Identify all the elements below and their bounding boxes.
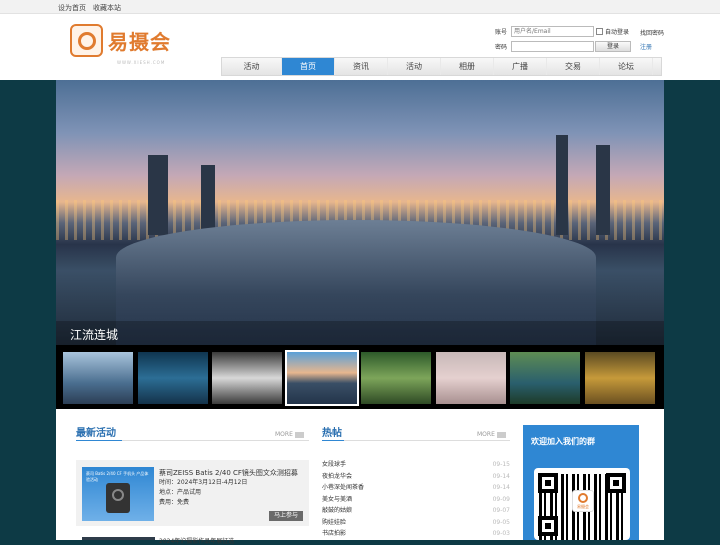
bookmark-link[interactable]: 收藏本站: [93, 3, 121, 13]
hot-post-title[interactable]: 夜拍龙华会: [322, 471, 352, 483]
activity-info: 蔡司ZEISS Batis 2/40 CF镜头图文众测招募 时间：2024年3月…: [159, 468, 298, 508]
golden-field-thumb[interactable]: [584, 352, 655, 404]
nav-item[interactable]: 相册: [441, 58, 494, 75]
hot-post-date: 09-09: [492, 495, 510, 503]
hot-post-item[interactable]: 书店拍影 09-03: [322, 528, 510, 540]
find-password-link[interactable]: 找回密码: [640, 28, 664, 37]
pavilion-lake-thumb[interactable]: [63, 352, 133, 404]
hot-post-title[interactable]: 购娃娃脸: [322, 517, 346, 529]
hot-post-title[interactable]: 小巷深处闻茶香: [322, 482, 364, 494]
activity-title[interactable]: 蔡司ZEISS Batis 2/40 CF镜头图文众测招募: [159, 468, 298, 478]
hot-posts-list: 女段球手 09-15 夜拍龙华会 09-14 小巷深处闻茶香 09-14 美女与美酒 09-0…: [322, 459, 510, 540]
join-group-title: 欢迎加入我们的群: [531, 437, 595, 446]
hot-post-date: 09-03: [492, 530, 510, 537]
pink-portrait-thumb[interactable]: [435, 352, 506, 404]
thumbnail-strip: [56, 345, 664, 409]
girl-forest-thumb[interactable]: [361, 352, 431, 404]
nav-item[interactable]: 首页: [282, 58, 335, 75]
nav-item[interactable]: 广播: [494, 58, 547, 75]
user-label: 账号: [495, 28, 508, 36]
hot-post-item[interactable]: 夜拍龙华会 09-14: [322, 471, 510, 483]
skyscraper: [596, 145, 610, 235]
activities-more-link[interactable]: MORE: [275, 431, 304, 438]
hot-post-date: 09-05: [492, 518, 510, 526]
activity-title-2[interactable]: 2024年沪摄影作品年展征选: [159, 536, 234, 545]
hot-post-item[interactable]: 美女与美酒 09-09: [322, 494, 510, 506]
hot-post-title[interactable]: 书店拍影: [322, 528, 346, 540]
pass-label: 密码: [495, 43, 508, 51]
hot-post-date: 09-14: [492, 472, 510, 480]
hot-post-date: 09-14: [492, 484, 510, 491]
hot-post-item[interactable]: 敲鼓的姑娘 09-07: [322, 505, 510, 517]
hot-post-date: 09-07: [492, 507, 510, 514]
activity-place: 地点：产品试用: [159, 489, 202, 496]
kingfisher-thumb[interactable]: [510, 352, 580, 404]
login-button[interactable]: 登录: [595, 40, 631, 52]
activities-title: 最新活动: [76, 428, 116, 439]
skyscraper: [201, 165, 215, 235]
nav-item[interactable]: 活动: [222, 58, 282, 75]
hot-more-link[interactable]: MORE: [477, 431, 506, 438]
shanghai-tower: [556, 135, 568, 235]
hot-post-date: 09-15: [492, 461, 510, 468]
site-logo[interactable]: 易摄会: [70, 24, 171, 57]
hot-post-item[interactable]: 女段球手 09-15: [322, 459, 510, 471]
activity-image: 蔡司 Batis 2/40 CF 手机头 产品体验活动: [82, 467, 154, 521]
register-link[interactable]: 注册: [640, 42, 652, 51]
auto-login-checkbox[interactable]: [596, 27, 603, 35]
hot-post-item[interactable]: 小巷深处闻茶香 09-14: [322, 482, 510, 494]
set-home-link[interactable]: 设为首页: [58, 3, 86, 13]
join-group-panel: 欢迎加入我们的群 易摄会: [523, 425, 639, 540]
qr-code: 易摄会: [534, 468, 630, 540]
auto-login-label: 自动登录: [605, 28, 630, 36]
nav-item[interactable]: 论坛: [600, 58, 653, 75]
hot-post-item[interactable]: 购娃娃脸 09-05: [322, 517, 510, 529]
skyscraper: [148, 155, 168, 235]
hot-post-title[interactable]: 敲鼓的姑娘: [322, 505, 352, 517]
hot-post-title[interactable]: 美女与美酒: [322, 494, 352, 506]
logo-text: 易摄会: [108, 30, 171, 54]
camera-logo-icon: [70, 24, 103, 57]
activity-fee: 费用：免费: [159, 499, 190, 506]
hero-banner[interactable]: 江流连城: [56, 80, 664, 345]
nav-item[interactable]: 交易: [547, 58, 600, 75]
qr-center-logo-icon: 易摄会: [572, 490, 594, 512]
main-nav: 活动 首页 资讯 活动 相册 广播 交易 论坛: [221, 57, 662, 76]
nav-item[interactable]: 资讯: [335, 58, 388, 75]
login-form: 账号 自动登录 密码 登录: [495, 25, 631, 55]
logo-subtitle: WWW.XIESH.COM: [117, 60, 166, 65]
blue-night-thumb[interactable]: [137, 352, 208, 404]
top-bar: 设为首页 收藏本站: [0, 0, 720, 14]
password-input[interactable]: [511, 40, 594, 52]
girl-portrait-thumb[interactable]: [212, 352, 282, 404]
city-skyline-thumb[interactable]: [284, 350, 359, 406]
nav-item[interactable]: 活动: [388, 58, 441, 75]
banner-caption: 江流连城: [70, 328, 119, 342]
hot-posts-title: 热帖: [322, 428, 342, 439]
activity-time: 时间：2024年3月12日-4月12日: [159, 479, 248, 486]
content-area: 最新活动 MORE 蔡司 Batis 2/40 CF 手机头 产品体验活动 蔡司…: [56, 409, 664, 545]
username-input[interactable]: [511, 25, 594, 37]
hot-post-title[interactable]: 女段球手: [322, 459, 346, 471]
join-activity-button[interactable]: 马上参与: [269, 511, 303, 521]
